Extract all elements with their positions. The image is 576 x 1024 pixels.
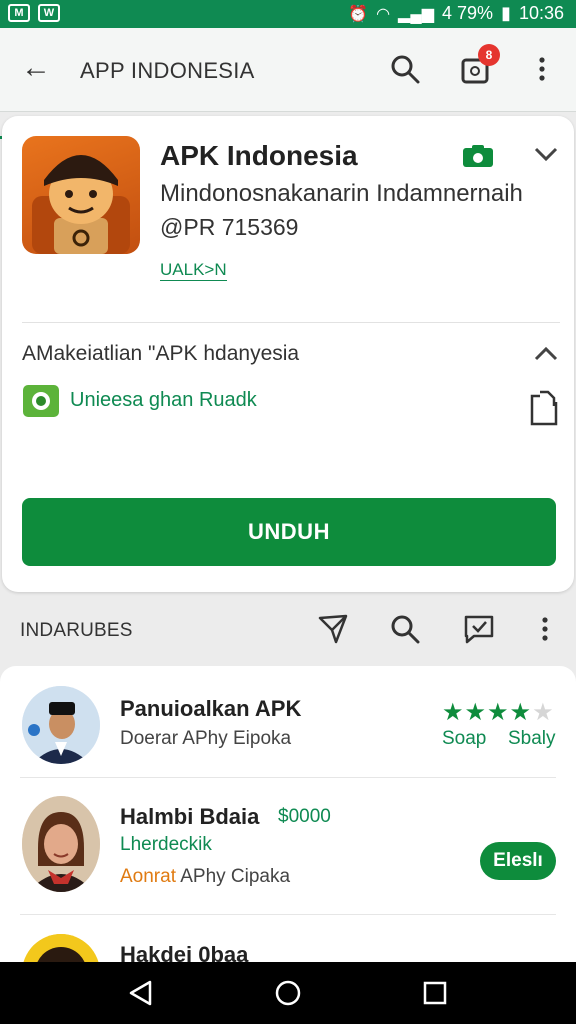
item-title: Panuioalkan APK <box>120 696 302 721</box>
signal-icon: ▂▄▆ <box>398 5 434 23</box>
app-list: Panuioalkan APK Doerar APhy Eipoka ★★★★★… <box>0 666 576 962</box>
mail-notification-icon: M <box>8 4 30 22</box>
app-name: APK Indonesia <box>160 140 358 171</box>
developer-logo-icon <box>23 385 59 417</box>
item-subtitle-highlight: Aonrat <box>120 866 176 887</box>
item-price: $0000 <box>278 806 331 827</box>
more-vert-icon[interactable] <box>534 612 556 646</box>
search-icon[interactable] <box>388 52 422 86</box>
clock: 10:36 <box>518 3 564 23</box>
notification-badge: 8 <box>478 44 500 66</box>
list-header: INDARUBES <box>20 620 133 641</box>
battery-percent: 4 79% <box>442 3 494 23</box>
item-subtitle: Doerar APhy Eipoka <box>120 728 292 749</box>
section-title: AMakeiatlian "APK hdanyesia <box>22 342 300 365</box>
wifi-icon: ◠ <box>376 5 391 23</box>
nav-home-icon[interactable] <box>273 978 303 1008</box>
status-bar: M W ⏰ ◠ ▂▄▆ 4 79% ▮ 10:36 <box>0 0 576 28</box>
share-icon[interactable] <box>528 390 560 426</box>
alarm-icon: ⏰ <box>348 5 369 23</box>
app-id: @PR 715369 <box>160 214 299 240</box>
app-detail-card: APK Indonesia Mindonosnakanarin Indamner… <box>2 116 574 592</box>
item-green-subtitle: Lherdeckik <box>120 834 212 855</box>
back-arrow-icon[interactable]: ← <box>18 50 54 86</box>
avatar <box>22 796 100 892</box>
item-title: Halmbi Bdaia <box>120 804 260 829</box>
rating-stars: ★★★★★ <box>442 699 555 726</box>
page-title: APP INDONESIA <box>80 58 255 83</box>
chevron-down-icon[interactable] <box>532 142 560 166</box>
gallery-notification-icon: W <box>38 4 60 22</box>
message-icon[interactable] <box>462 612 496 646</box>
avatar <box>22 686 100 764</box>
system-nav-bar <box>0 962 576 1024</box>
search-icon[interactable] <box>388 612 422 646</box>
item-action-button[interactable]: Eleslı <box>480 842 556 880</box>
divider <box>20 777 556 778</box>
nav-back-icon[interactable] <box>126 978 156 1008</box>
app-tag-link[interactable]: UALK>N <box>160 260 227 281</box>
nav-recents-icon[interactable] <box>420 978 450 1008</box>
app-bar: ← APP INDONESIA 8 <box>0 28 576 139</box>
camera-badge-icon <box>463 145 493 167</box>
send-icon[interactable] <box>316 612 350 646</box>
chevron-up-icon[interactable] <box>532 342 560 366</box>
divider <box>22 322 560 323</box>
app-subtitle: Mindonosnakanarin Indamnernaih <box>160 180 523 207</box>
app-logo-icon[interactable] <box>22 136 140 254</box>
divider <box>20 914 556 915</box>
battery-icon: ▮ <box>501 3 511 23</box>
item-tag: Sbaly <box>508 728 556 749</box>
item-title: Hakdei 0baa <box>120 942 249 962</box>
item-subtitle: Aonrat APhy Cipaka <box>120 866 290 888</box>
item-tag: Soap <box>442 728 487 749</box>
download-button[interactable]: UNDUH <box>22 498 556 566</box>
item-subtitle-rest: APhy Cipaka <box>180 866 291 887</box>
avatar <box>22 934 100 962</box>
more-vert-icon[interactable] <box>530 52 554 86</box>
developer-link[interactable]: Unieesa ghan Ruadk <box>70 389 257 412</box>
